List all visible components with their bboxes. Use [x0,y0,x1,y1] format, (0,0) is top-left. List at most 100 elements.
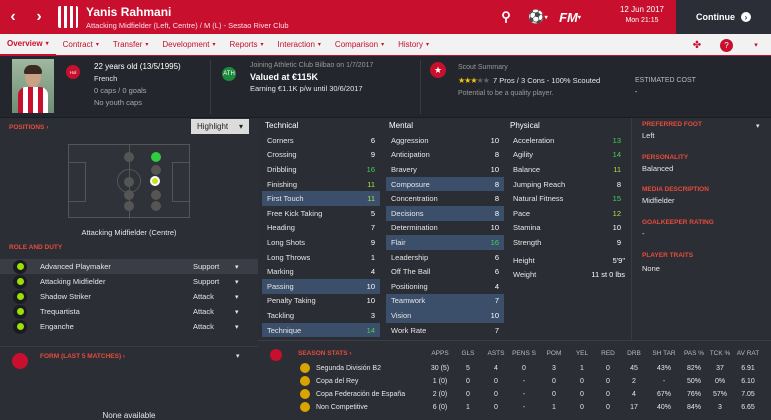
duty-select[interactable]: Support [193,262,219,271]
back-icon[interactable]: ‹ [0,0,26,34]
attr-name: Balance [513,164,541,174]
highlight-dropdown[interactable]: Highlight ▾ [191,119,249,134]
role-icon [13,289,27,304]
mental-attr-row: Positioning 4 [386,279,504,294]
role-row[interactable]: Shadow Striker Attack ▾ [0,289,258,304]
positions-title[interactable]: POSITIONS › [9,124,48,131]
tab-comparison[interactable]: Comparison ▾ [328,34,391,56]
duty-select[interactable]: Attack [193,322,214,331]
attr-value: 14 [612,150,621,160]
season-stats-title[interactable]: SEASON STATS › [298,350,352,357]
tab-label: History [398,40,423,49]
technical-title: Technical [265,121,299,130]
attr-name: First Touch [267,194,304,204]
role-icon [13,259,27,274]
competition-name: Copa Federación de España [316,390,406,398]
stat-value: 5 [466,364,470,372]
date-label: 12 Jun 2017 [619,5,665,14]
stat-header: ASTS [487,350,505,357]
form-empty: None available [102,411,156,420]
competition-name: Copa del Rey [316,377,359,385]
attr-value: 10 [490,135,499,145]
mental-attr-row: Flair 16 [386,235,504,250]
competition-icon [300,389,310,399]
role-row[interactable]: Attacking Midfielder Support ▾ [0,274,258,289]
season-row: Non Competitive 6 (0) 1 0 - 1 0 0 17 40% 84% 3 6.65 [258,401,771,413]
stat-value: 0 [580,377,584,385]
chevron-down-icon: ▾ [317,42,321,48]
tab-history[interactable]: History ▾ [391,34,436,56]
attr-name: Vision [391,310,412,320]
tab-reports[interactable]: Reports ▾ [223,34,271,56]
attr-name: Technique [267,325,302,335]
continue-button[interactable]: Continue › [676,0,771,34]
role-row[interactable]: Enganche Attack ▾ [0,319,258,334]
attr-name: Composure [391,179,430,189]
tab-label: Contract [62,40,93,49]
attr-value: 10 [366,281,375,291]
attr-value: 10 [612,223,621,233]
mental-attr-row: Determination 10 [386,221,504,236]
chevron-down-icon[interactable]: ▾ [235,293,239,301]
tab-interaction[interactable]: Interaction ▾ [271,34,328,56]
search-icon[interactable]: ⚲ [490,0,522,34]
stat-value: 0 [580,403,584,411]
attr-value: 4 [494,281,499,291]
attr-value: 10 [490,164,499,174]
attr-value: 9 [616,237,621,247]
attr-value: 10 [366,296,375,306]
role-row[interactable]: Advanced Playmaker Support ▾ [0,259,258,274]
stat-value: 0 [466,390,470,398]
joining-line: Joining Athletic Club Bilbao on 1/7/2017 [250,62,374,69]
youth-caps-line: No youth caps [94,98,142,107]
earning-line: Earning €1.1K p/w until 30/6/2017 [250,84,363,93]
form-chevron-icon[interactable]: ▾ [236,352,240,360]
fm-menu-icon[interactable]: FM ▾ [554,0,586,34]
staff-icon[interactable]: ✤ [682,34,712,56]
stat-value: 0 [552,390,556,398]
tab-transfer[interactable]: Transfer ▾ [106,34,156,56]
chevron-down-icon[interactable]: ▾ [235,323,239,331]
football-icon[interactable]: ⚽ ▾ [522,0,554,34]
duty-select[interactable]: Attack [193,292,214,301]
mental-attr-row: Leadership 6 [386,250,504,265]
stat-value: 0 [606,377,610,385]
stat-header: GLS [461,350,475,357]
stat-value: 6.65 [741,403,755,411]
dropdown-icon[interactable]: ▾ [741,34,771,56]
attr-value: 6 [370,135,375,145]
stat-value: 17 [630,403,638,411]
tab-contract[interactable]: Contract ▾ [56,34,106,56]
stat-value: 7.05 [741,390,755,398]
age-line: 22 years old (13/5/1995) [94,62,181,71]
forward-icon[interactable]: › [26,0,52,34]
form-title[interactable]: FORM (LAST 5 MATCHES) › [40,353,125,360]
stat-value: 45 [630,364,638,372]
tab-development[interactable]: Development ▾ [155,34,222,56]
role-name: Enganche [40,322,74,331]
fm-logo: FM [559,9,578,25]
help-icon[interactable]: ? [720,38,733,52]
stat-value: 1 [466,403,470,411]
profile-chevron-icon[interactable]: ▾ [756,122,760,130]
chevron-down-icon: ▾ [45,41,49,47]
chevron-down-icon[interactable]: ▾ [235,278,239,286]
duty-select[interactable]: Attack [193,307,214,316]
chevron-down-icon[interactable]: ▾ [235,263,239,271]
chevron-down-icon: ▾ [95,42,99,48]
preferred-foot-value: Left [642,131,655,140]
stat-value: 3 [718,403,722,411]
tab-overview[interactable]: Overview ▾ [0,34,56,56]
potential-line: Potential to be a quality player. [458,90,554,97]
role-name: Trequartista [40,307,80,316]
role-row[interactable]: Trequartista Attack ▾ [0,304,258,319]
duty-select[interactable]: Support [193,277,219,286]
attr-name: Long Throws [267,252,311,262]
attr-name: Dribbling [267,164,297,174]
player-traits-value: None [642,264,660,273]
highlight-label: Highlight [197,122,229,131]
scout-title: Scout Summary [458,64,508,71]
scout-line: 7 Pros / 3 Cons - 100% Scouted [493,76,601,85]
chevron-down-icon[interactable]: ▾ [235,308,239,316]
chevron-down-icon: ▾ [425,42,429,48]
